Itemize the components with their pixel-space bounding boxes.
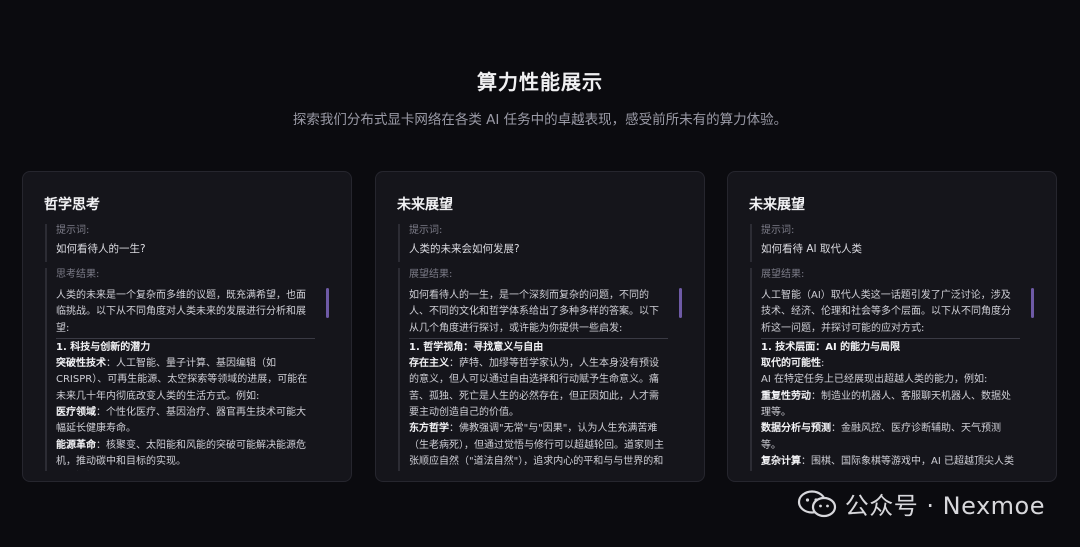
- result-item-head: 重复性劳动: [761, 390, 811, 402]
- showcase-card-philosophy: 哲学思考 提示词: 如何看待人的一生? 思考结果: 人类的未来是一个复杂而多维的…: [22, 171, 352, 482]
- result-items: 突破性技术：人工智能、量子计算、基因编辑（如 CRISPR）、可再生能源、太空探…: [56, 356, 315, 471]
- prompt-text: 人类的未来会如何发展?: [409, 243, 520, 255]
- result-item: 能源革命：核聚变、太阳能和风能的突破可能解决能源危机，推动碳中和目标的实现。: [56, 438, 315, 471]
- result-item-head: 存在主义: [409, 358, 449, 370]
- result-item: 数据分析与预测：金融风控、医疗诊断辅助、天气预测等。: [761, 421, 1020, 454]
- result-item-head: 突破性技术: [56, 358, 106, 370]
- prompt-label: 提示词:: [409, 225, 443, 236]
- wechat-icon: [797, 489, 836, 517]
- card-title: 哲学思考: [44, 197, 100, 213]
- prompt-block: 提示词: 如何看待人的一生?: [45, 224, 329, 262]
- scrollbar-thumb[interactable]: [326, 288, 329, 318]
- result-section-heading: 1. 技术层面：AI 的能力与局限: [761, 341, 901, 353]
- result-item: 重复性劳动：制造业的机器人、客服聊天机器人、数据处理等。: [761, 389, 1020, 422]
- divider: [56, 337, 315, 339]
- showcase-card-ai: 未来展望 提示词: 如何看待 AI 取代人类 展望结果: 人工智能（AI）取代人…: [727, 171, 1057, 482]
- scrollbar-thumb[interactable]: [1031, 288, 1034, 318]
- divider: [761, 337, 1020, 339]
- result-scroll-area[interactable]: 人类的未来是一个复杂而多维的议题，既充满希望，也面临挑战。以下从不同角度对人类未…: [56, 288, 329, 471]
- prompt-text: 如何看待人的一生?: [56, 243, 146, 255]
- result-item: 东方哲学：佛教强调"无常"与"因果"，认为人生充满苦难（生老病死），但通过觉悟与…: [409, 421, 668, 471]
- result-item-text: AI 在特定任务上已经展现出超越人类的能力，例如:: [761, 374, 988, 386]
- result-item: AI 在特定任务上已经展现出超越人类的能力，例如:: [761, 372, 1020, 388]
- result-item-head: 医疗领域: [56, 407, 96, 419]
- result-scroll-area[interactable]: 人工智能（AI）取代人类这一话题引发了广泛讨论，涉及技术、经济、伦理和社会等多个…: [761, 288, 1034, 471]
- result-intro: 如何看待人的一生，是一个深刻而复杂的问题，不同的人、不同的文化和哲学体系给出了多…: [409, 290, 659, 334]
- page-title: 算力性能展示: [477, 70, 603, 94]
- result-item: 人工智能：AI 可能在解决气候问题、优化资源分配、提升教育公平等方面发挥关键作用…: [56, 470, 315, 471]
- result-section-heading: 1. 科技与创新的潜力: [56, 341, 151, 353]
- result-item: 取代的可能性:: [761, 356, 1020, 372]
- prompt-label: 提示词:: [56, 225, 90, 236]
- result-intro: 人类的未来是一个复杂而多维的议题，既充满希望，也面临挑战。以下从不同角度对人类未…: [56, 290, 306, 334]
- result-item-head: 东方哲学: [409, 423, 449, 435]
- scrollbar-thumb[interactable]: [679, 288, 682, 318]
- result-section-heading: 1. 哲学视角：寻找意义与自由: [409, 341, 544, 353]
- page-subtitle: 探索我们分布式显卡网络在各类 AI 任务中的卓越表现，感受前所未有的算力体验。: [292, 112, 788, 128]
- result-label: 展望结果:: [409, 269, 453, 280]
- result-block: 展望结果: 如何看待人的一生，是一个深刻而复杂的问题，不同的人、不同的文化和哲学…: [398, 268, 682, 471]
- showcase-card-future: 未来展望 提示词: 人类的未来会如何发展? 展望结果: 如何看待人的一生，是一个…: [375, 171, 705, 482]
- prompt-label: 提示词:: [761, 225, 795, 236]
- result-label: 展望结果:: [761, 269, 805, 280]
- result-block: 展望结果: 人工智能（AI）取代人类这一话题引发了广泛讨论，涉及技术、经济、伦理…: [750, 268, 1034, 471]
- result-item-head: 取代的可能性: [761, 358, 821, 370]
- result-intro: 人工智能（AI）取代人类这一话题引发了广泛讨论，涉及技术、经济、伦理和社会等多个…: [761, 290, 1011, 334]
- result-block: 思考结果: 人类的未来是一个复杂而多维的议题，既充满希望，也面临挑战。以下从不同…: [45, 268, 329, 471]
- result-item-head: 复杂计算: [761, 455, 801, 467]
- result-label: 思考结果:: [56, 269, 100, 280]
- prompt-block: 提示词: 人类的未来会如何发展?: [398, 224, 682, 262]
- prompt-text: 如何看待 AI 取代人类: [761, 243, 862, 255]
- watermark-text: 公众号 · Nexmoe: [844, 492, 1045, 520]
- result-item: 存在主义：萨特、加缪等哲学家认为，人生本身没有预设的意义，但人可以通过自由选择和…: [409, 356, 668, 421]
- result-items: 存在主义：萨特、加缪等哲学家认为，人生本身没有预设的意义，但人可以通过自由选择和…: [409, 356, 668, 471]
- result-scroll-area[interactable]: 如何看待人的一生，是一个深刻而复杂的问题，不同的人、不同的文化和哲学体系给出了多…: [409, 288, 682, 471]
- result-item-head: 数据分析与预测: [761, 423, 831, 435]
- result-item: 突破性技术：人工智能、量子计算、基因编辑（如 CRISPR）、可再生能源、太空探…: [56, 356, 315, 405]
- result-item: 复杂计算：围棋、国际象棋等游戏中，AI 已超越顶尖人类选手。: [761, 454, 1020, 471]
- card-title: 未来展望: [749, 197, 805, 213]
- divider: [409, 337, 668, 339]
- result-item: 医疗领域：个性化医疗、基因治疗、器官再生技术可能大幅延长健康寿命。: [56, 405, 315, 438]
- result-items: 取代的可能性: AI 在特定任务上已经展现出超越人类的能力，例如: 重复性劳动：制造…: [761, 356, 1020, 471]
- prompt-block: 提示词: 如何看待 AI 取代人类: [750, 224, 1034, 262]
- card-title: 未来展望: [397, 197, 453, 213]
- result-item-head: 能源革命: [56, 439, 96, 451]
- watermark: 公众号 · Nexmoe: [797, 486, 1045, 521]
- result-item-text: :: [821, 358, 825, 370]
